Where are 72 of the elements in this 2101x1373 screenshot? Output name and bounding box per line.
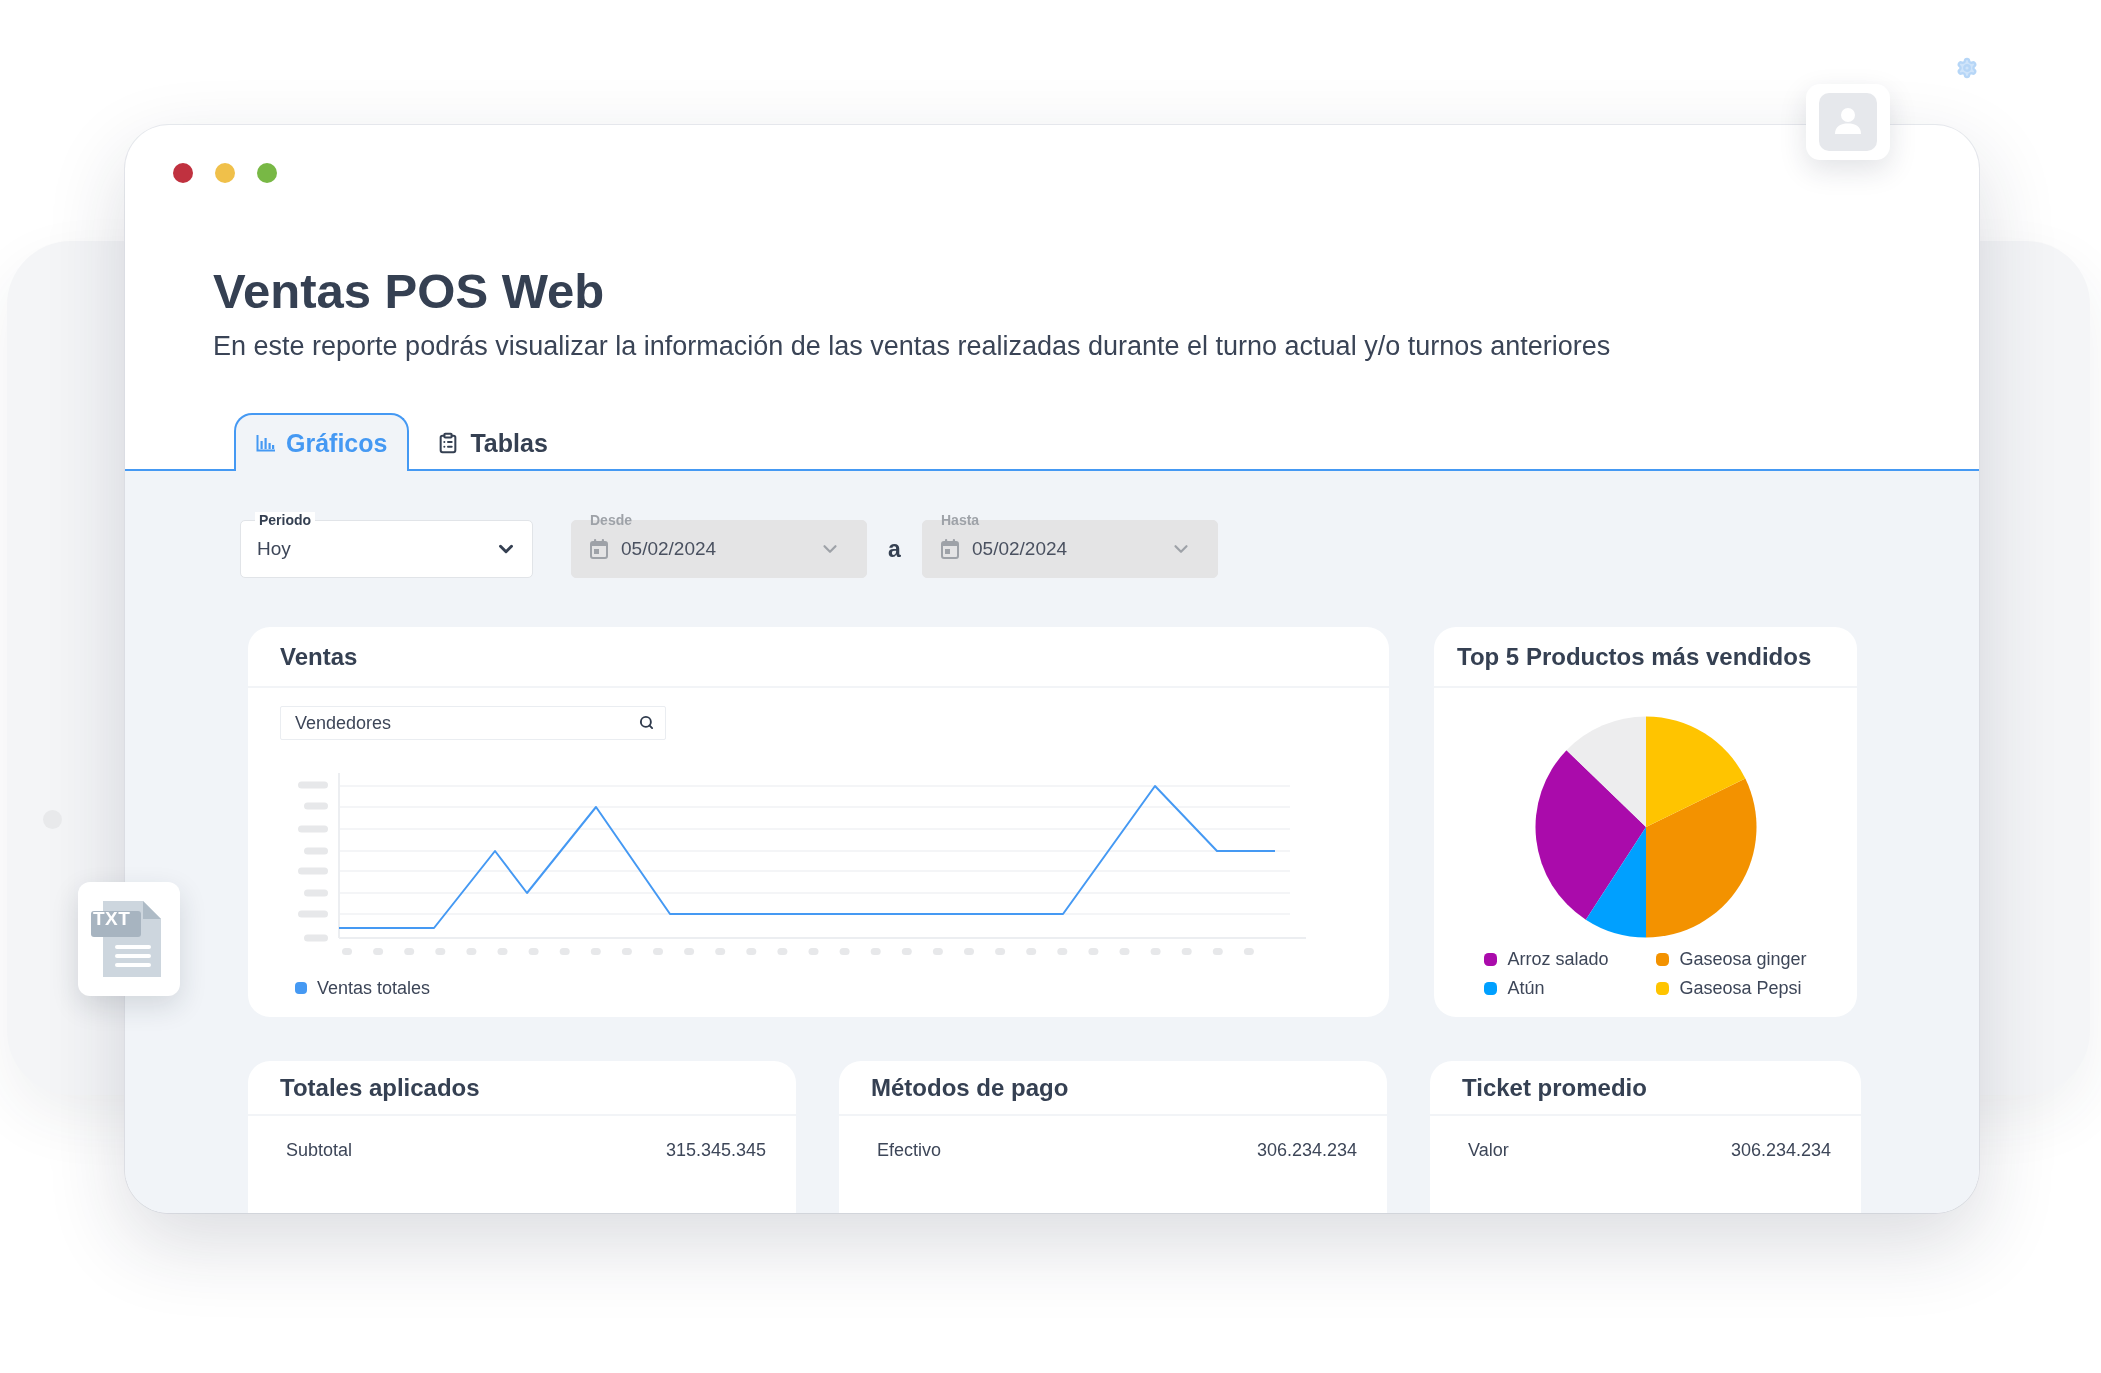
row-value: 315.345.345 — [665, 1139, 766, 1161]
tab[interactable]: Tablas — [415, 413, 570, 471]
row-label: Valor — [1468, 1139, 1509, 1161]
axis-label-placeholder — [684, 948, 695, 955]
legend-label: Gaseosa ginger — [1679, 948, 1807, 970]
axis-label-placeholder — [995, 948, 1006, 955]
axis-label-placeholder — [304, 934, 328, 942]
calendar-icon — [941, 539, 959, 559]
card-title: Top 5 Productos más vendidos — [1457, 641, 1812, 672]
row-label: Efectivo — [877, 1139, 942, 1161]
card-title: Totales aplicados — [280, 1072, 480, 1103]
axis-label-placeholder — [304, 889, 328, 897]
axis-label-placeholder — [298, 910, 328, 918]
axis-label-placeholder — [404, 948, 415, 955]
card-title: Ticket promedio — [1462, 1072, 1647, 1103]
calendar-icon — [590, 539, 608, 559]
bar-chart-icon — [256, 434, 275, 452]
legend-label: Atún — [1507, 977, 1545, 999]
axis-label-placeholder — [1119, 948, 1130, 955]
axis-label-placeholder — [653, 948, 663, 955]
axis-label-placeholder — [590, 948, 601, 955]
axis-label-placeholder — [964, 948, 974, 955]
search-field[interactable]: Vendedores — [280, 706, 666, 740]
page-title: Ventas POS Web — [213, 263, 606, 320]
axis-label-placeholder — [497, 948, 508, 955]
legend-label: Ventas totales — [317, 977, 431, 999]
range-separator: a — [887, 534, 902, 564]
select-field[interactable]: Periodo Hoy — [240, 512, 533, 578]
axis-label-placeholder — [839, 948, 850, 955]
axis-label-placeholder — [304, 802, 328, 810]
file-type-label: TXT — [93, 908, 131, 930]
settings-icon[interactable] — [1956, 57, 1978, 79]
search-icon[interactable] — [639, 715, 654, 730]
axis-label-placeholder — [342, 948, 352, 955]
axis-label-placeholder — [621, 948, 632, 955]
row-value: 306.234.234 — [1256, 1139, 1357, 1161]
axis-label-placeholder — [373, 948, 384, 955]
profile-button[interactable] — [1806, 84, 1890, 160]
axis-label-placeholder — [1243, 948, 1254, 955]
legend-label: Gaseosa Pepsi — [1679, 977, 1802, 999]
axis-label-placeholder — [298, 781, 328, 789]
axis-label-placeholder — [559, 948, 570, 955]
legend-label: Arroz salado — [1507, 948, 1609, 970]
user-avatar-icon — [1819, 93, 1877, 151]
axis-label-placeholder — [528, 948, 539, 955]
axis-label-placeholder — [298, 867, 328, 875]
axis-label-placeholder — [746, 948, 757, 955]
axis-label-placeholder — [901, 948, 912, 955]
close-dot-icon[interactable] — [173, 163, 193, 183]
row-value: 306.234.234 — [1730, 1139, 1831, 1161]
axis-label-placeholder — [715, 948, 726, 955]
axis-label-placeholder — [1026, 948, 1037, 955]
row-label: Subtotal — [286, 1139, 353, 1161]
axis-label-placeholder — [932, 948, 943, 955]
axis-label-placeholder — [777, 948, 788, 955]
axis-label-placeholder — [435, 948, 446, 955]
minimize-dot-icon[interactable] — [215, 163, 235, 183]
axis-label-placeholder — [808, 948, 819, 955]
axis-label-placeholder — [1088, 948, 1099, 955]
axis-label-placeholder — [1181, 948, 1192, 955]
axis-label-placeholder — [1212, 948, 1223, 955]
axis-label-placeholder — [1150, 948, 1161, 955]
axis-label-placeholder — [298, 825, 328, 833]
maximize-dot-icon[interactable] — [257, 163, 277, 183]
card-title: Métodos de pago — [871, 1072, 1069, 1103]
axis-label-placeholder — [466, 948, 477, 955]
page-description: En este reporte podrás visualizar la información de las ventas realizadas durante el turno actual y/o turnos anteriores — [213, 330, 1612, 362]
axis-label-placeholder — [304, 847, 328, 855]
legend-swatch-icon — [295, 982, 307, 994]
card-title: Ventas — [280, 641, 358, 672]
axis-label-placeholder — [1057, 948, 1068, 955]
axis-label-placeholder — [870, 948, 881, 955]
